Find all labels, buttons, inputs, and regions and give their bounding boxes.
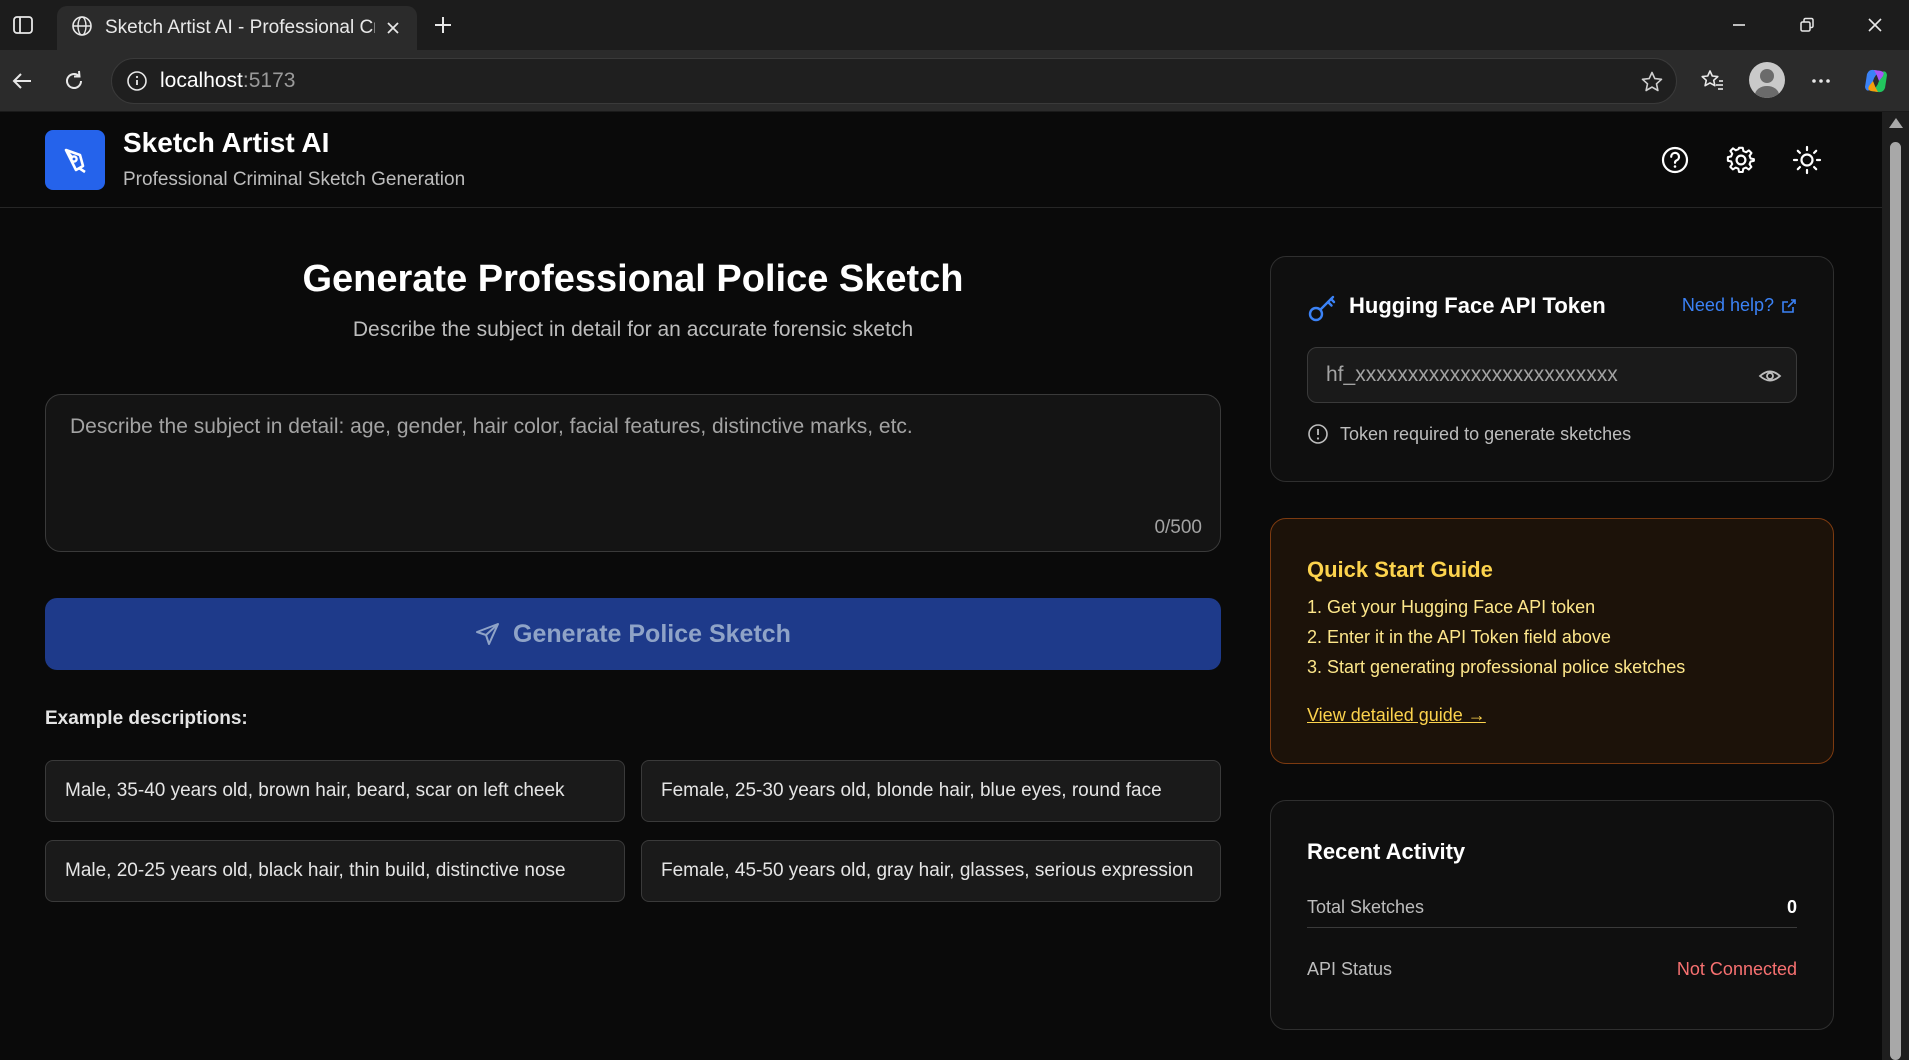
- pen-tool-icon: [64, 148, 86, 174]
- example-description[interactable]: Female, 25-30 years old, blonde hair, bl…: [641, 760, 1221, 822]
- site-info-icon[interactable]: [126, 70, 148, 92]
- example-description[interactable]: Male, 35-40 years old, brown hair, beard…: [45, 760, 625, 822]
- favorites-icon[interactable]: [1695, 63, 1731, 99]
- back-icon[interactable]: [4, 63, 40, 99]
- browser-toolbar: localhost:5173: [0, 50, 1909, 112]
- guide-step: 1. Get your Hugging Face API token: [1307, 597, 1596, 617]
- key-icon: [1307, 293, 1337, 323]
- browser-tab-bar: Sketch Artist AI - Professional Criminal…: [0, 0, 1909, 50]
- show-token-eye-icon[interactable]: [1758, 364, 1782, 388]
- tab-title: Sketch Artist AI - Professional Criminal…: [105, 17, 375, 38]
- new-tab-icon[interactable]: [428, 10, 458, 40]
- recent-activity-card: Recent Activity Total Sketches 0 API Sta…: [1270, 800, 1834, 1030]
- generate-sketch-label: Generate Police Sketch: [513, 619, 791, 648]
- page-subtitle: Describe the subject in detail for an ac…: [352, 318, 914, 341]
- total-sketches-label: Total Sketches: [1307, 897, 1425, 917]
- scrollbar-thumb[interactable]: [1890, 142, 1901, 1060]
- token-note-text: Token required to generate sketches: [1340, 423, 1632, 444]
- help-icon[interactable]: [1657, 142, 1693, 178]
- minimize-icon[interactable]: [1716, 8, 1762, 42]
- profile-avatar[interactable]: [1749, 62, 1785, 98]
- api-token-card: Hugging Face API Token Need help? Token …: [1270, 256, 1834, 482]
- close-window-icon[interactable]: [1852, 8, 1898, 42]
- app-subtitle: Professional Criminal Sketch Generation: [123, 169, 466, 190]
- total-sketches-row: Total Sketches 0: [1307, 888, 1797, 928]
- settings-gear-icon[interactable]: [1723, 142, 1759, 178]
- activity-title: Recent Activity: [1307, 839, 1466, 864]
- theme-sun-icon[interactable]: [1789, 142, 1825, 178]
- guide-step: 2. Enter it in the API Token field above: [1307, 627, 1611, 647]
- app-header: Sketch Artist AI Professional Criminal S…: [0, 112, 1882, 208]
- send-icon: [475, 621, 501, 647]
- close-tab-icon[interactable]: [383, 18, 403, 38]
- reload-icon[interactable]: [56, 63, 92, 99]
- guide-title: Quick Start Guide: [1307, 557, 1493, 582]
- description-box: 0/500: [45, 394, 1221, 552]
- api-token-field: [1307, 347, 1797, 403]
- api-token-input[interactable]: [1308, 348, 1796, 402]
- need-help-label: Need help?: [1681, 295, 1774, 315]
- logo: [45, 130, 105, 190]
- copilot-icon[interactable]: [1858, 63, 1894, 99]
- char-count: 0/500: [1154, 517, 1202, 538]
- url-text: localhost:5173: [160, 69, 296, 92]
- api-status-row: API Status Not Connected: [1307, 949, 1797, 989]
- external-link-icon: [1781, 298, 1797, 314]
- restore-icon[interactable]: [1784, 8, 1830, 42]
- favorite-star-icon[interactable]: [1640, 70, 1664, 94]
- token-required-note: Token required to generate sketches: [1307, 423, 1631, 445]
- api-status-value: Not Connected: [1676, 958, 1797, 979]
- page-scrollbar[interactable]: [1882, 112, 1909, 1060]
- page-viewport: Sketch Artist AI Professional Criminal S…: [0, 112, 1882, 1060]
- view-guide-link[interactable]: View detailed guide →: [1307, 705, 1486, 726]
- app-title: Sketch Artist AI: [123, 127, 330, 158]
- page-title: Generate Professional Police Sketch: [302, 258, 964, 300]
- globe-icon: [71, 15, 93, 42]
- address-bar[interactable]: localhost:5173: [111, 58, 1677, 104]
- examples-label: Example descriptions:: [45, 708, 248, 729]
- total-sketches-value: 0: [1786, 897, 1797, 917]
- guide-step: 3. Start generating professional police …: [1307, 657, 1686, 677]
- quick-start-card: Quick Start Guide 1. Get your Hugging Fa…: [1270, 518, 1834, 764]
- generate-sketch-button[interactable]: Generate Police Sketch: [45, 598, 1221, 670]
- example-description[interactable]: Female, 45-50 years old, gray hair, glas…: [641, 840, 1221, 902]
- scroll-up-arrow-icon[interactable]: [1889, 118, 1903, 128]
- api-status-label: API Status: [1307, 958, 1393, 979]
- alert-circle-icon: [1307, 423, 1329, 445]
- need-help-link[interactable]: Need help?: [1682, 295, 1797, 316]
- more-options-icon[interactable]: [1803, 63, 1839, 99]
- browser-tab[interactable]: Sketch Artist AI - Professional Criminal…: [57, 6, 417, 50]
- token-card-title: Hugging Face API Token: [1349, 293, 1606, 318]
- example-description[interactable]: Male, 20-25 years old, black hair, thin …: [45, 840, 625, 902]
- sidebar-toggle-icon[interactable]: [8, 10, 38, 40]
- description-textarea[interactable]: [46, 395, 1220, 551]
